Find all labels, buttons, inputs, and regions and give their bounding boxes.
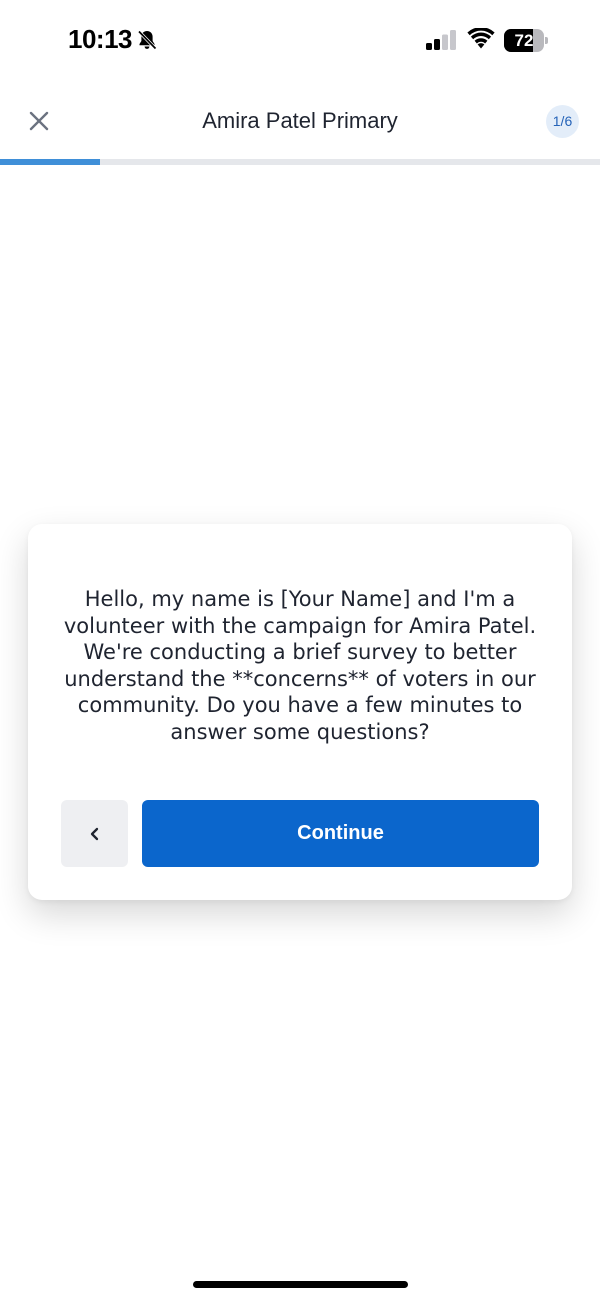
step-badge: 1/6 xyxy=(546,105,579,138)
progress-bar xyxy=(0,159,600,165)
bell-off-icon xyxy=(137,30,157,50)
script-card: Hello, my name is [Your Name] and I'm a … xyxy=(28,524,572,900)
chevron-left-icon xyxy=(90,827,98,840)
script-message: Hello, my name is [Your Name] and I'm a … xyxy=(63,587,537,744)
header: Amira Patel Primary 1/6 xyxy=(0,90,600,156)
status-bar: 10:13 72 xyxy=(0,0,600,80)
screen: 10:13 72 Amira Patel Primary 1/6 Hello, … xyxy=(0,0,600,1300)
home-indicator[interactable] xyxy=(193,1281,408,1288)
battery-level: 72 xyxy=(514,31,534,50)
status-time: 10:13 xyxy=(68,24,133,54)
close-button[interactable] xyxy=(22,104,56,138)
close-icon xyxy=(29,111,49,131)
battery-icon: 72 xyxy=(504,29,548,52)
battery-cap xyxy=(545,37,548,44)
wifi-icon xyxy=(467,28,495,49)
progress-fill xyxy=(0,159,101,165)
page-title: Amira Patel Primary xyxy=(202,108,398,133)
signal-icon xyxy=(426,30,456,50)
back-button[interactable] xyxy=(61,800,128,867)
continue-button[interactable]: Continue xyxy=(142,800,539,867)
battery-body: 72 xyxy=(504,29,544,52)
